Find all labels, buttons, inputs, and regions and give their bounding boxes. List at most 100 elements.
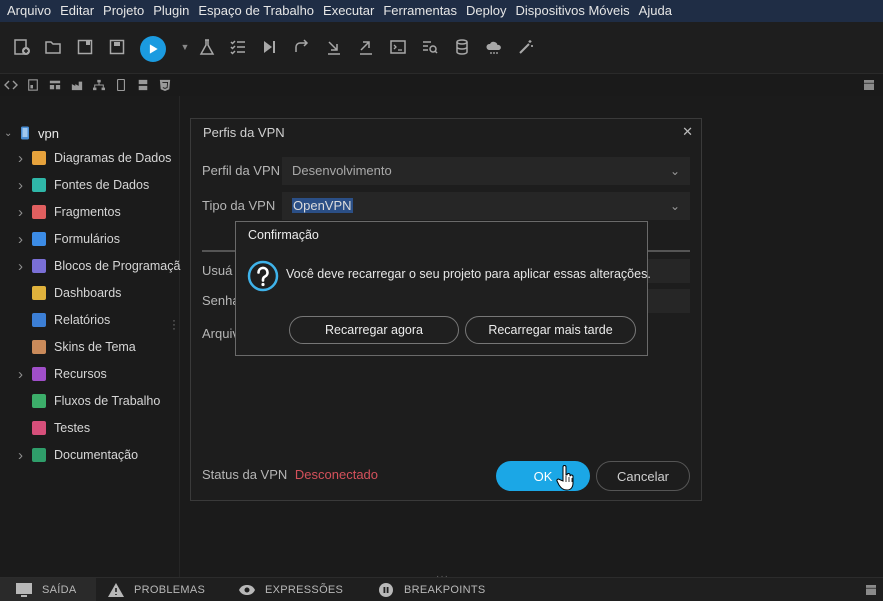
tab-problemas[interactable]: PROBLEMAS — [108, 578, 205, 601]
server-icon[interactable] — [136, 78, 150, 92]
chevron-right-icon[interactable]: › — [18, 177, 32, 194]
item-type-icon — [32, 259, 46, 273]
save-all-icon[interactable] — [106, 36, 128, 58]
type-select[interactable]: OpenVPN ⌄ — [282, 192, 690, 220]
vpn-status: Status da VPN Desconectado — [202, 467, 378, 482]
password-label: Senha — [202, 293, 240, 308]
chevron-right-icon[interactable]: › — [18, 258, 32, 275]
chevron-right-icon[interactable]: › — [18, 150, 32, 167]
sidebar-item[interactable]: Relatórios — [18, 311, 110, 329]
chevron-right-icon[interactable]: › — [18, 447, 32, 464]
sidebar-item-label: Fluxos de Trabalho — [54, 394, 161, 408]
new-project-icon[interactable] — [11, 36, 33, 58]
file-label: Arquiv — [202, 326, 239, 341]
monitor-icon — [16, 583, 32, 597]
sidebar-item[interactable]: › Formulários — [18, 230, 120, 248]
menu-dispositivos-moveis[interactable]: Dispositivos Móveis — [513, 0, 633, 22]
sidebar-item[interactable]: › Blocos de Programaçã — [18, 257, 180, 275]
item-type-icon — [32, 232, 46, 246]
mobile-icon[interactable] — [114, 78, 128, 92]
page-icon[interactable] — [26, 78, 40, 92]
sidebar-item[interactable]: › Fragmentos — [18, 203, 121, 221]
open-folder-icon[interactable] — [42, 36, 64, 58]
checklist-icon[interactable] — [227, 36, 249, 58]
secondary-toolbar — [0, 74, 883, 96]
run-dropdown-icon[interactable]: ▼ — [174, 36, 196, 58]
sidebar-item-label: Relatórios — [54, 313, 111, 327]
menu-arquivo[interactable]: Arquivo — [4, 0, 54, 22]
step-out-icon[interactable] — [355, 36, 377, 58]
menu-executar[interactable]: Executar — [320, 0, 377, 22]
menu-editar[interactable]: Editar — [57, 0, 97, 22]
confirmation-title: Confirmação — [248, 228, 319, 242]
sidebar-item[interactable]: › Recursos — [18, 365, 107, 383]
tab-breakpoints-label: BREAKPOINTS — [404, 584, 486, 596]
main-toolbar: ▼ — [0, 22, 883, 74]
profile-value: Desenvolvimento — [292, 163, 392, 178]
menu-espaco-de-trabalho[interactable]: Espaço de Trabalho — [195, 0, 317, 22]
menu-ajuda[interactable]: Ajuda — [636, 0, 675, 22]
database-icon[interactable] — [451, 36, 473, 58]
item-type-icon — [32, 286, 46, 300]
tab-expressoes[interactable]: EXPRESSÕES — [239, 578, 343, 601]
sidebar-item[interactable]: Fluxos de Trabalho — [18, 392, 160, 410]
menu-projeto[interactable]: Projeto — [100, 0, 147, 22]
step-over-icon[interactable] — [291, 36, 313, 58]
eye-icon — [239, 583, 255, 597]
menubar: Arquivo Editar Projeto Plugin Espaço de … — [0, 0, 883, 22]
sidebar-item-label: Testes — [54, 421, 91, 435]
chevron-right-icon[interactable]: › — [18, 366, 32, 383]
item-type-icon — [32, 205, 46, 219]
status-value: Desconectado — [294, 467, 379, 482]
sidebar-item[interactable]: Dashboards — [18, 284, 121, 302]
sidebar-item[interactable]: › Diagramas de Dados — [18, 149, 171, 167]
code-icon[interactable] — [4, 78, 18, 92]
sidebar-item-label: Documentação — [54, 448, 139, 462]
profile-select[interactable]: Desenvolvimento ⌄ — [282, 157, 690, 185]
sidebar-item[interactable]: › Fontes de Dados — [18, 176, 149, 194]
magic-wand-icon[interactable] — [515, 36, 537, 58]
menu-deploy[interactable]: Deploy — [463, 0, 509, 22]
item-type-icon — [32, 178, 46, 192]
item-type-icon — [32, 151, 46, 165]
step-icon[interactable] — [259, 36, 281, 58]
sidebar-item[interactable]: › Documentação — [18, 446, 138, 464]
step-into-icon[interactable] — [323, 36, 345, 58]
panel-menu-icon[interactable] — [866, 578, 876, 601]
close-icon[interactable]: ✕ — [682, 124, 693, 140]
dialog-title: Perfis da VPN — [203, 125, 285, 140]
save-icon[interactable] — [74, 36, 96, 58]
sidebar-item-label: Recursos — [54, 367, 107, 381]
cancel-button[interactable]: Cancelar — [596, 461, 690, 491]
flask-icon[interactable] — [196, 36, 218, 58]
confirmation-dialog: Confirmação Você deve recarregar o seu p… — [235, 221, 651, 356]
tab-saida[interactable]: SAÍDA — [0, 578, 96, 601]
html5-icon[interactable] — [158, 78, 172, 92]
reload-now-button[interactable]: Recarregar agora — [289, 316, 459, 344]
sidebar-item-label: Diagramas de Dados — [54, 151, 172, 165]
panel-grip-icon[interactable]: ··· — [436, 571, 449, 582]
layout-icon[interactable] — [48, 78, 62, 92]
factory-icon[interactable] — [70, 78, 84, 92]
reload-later-button[interactable]: Recarregar mais tarde — [465, 316, 636, 344]
question-icon — [247, 260, 279, 292]
sidebar-item[interactable]: Skins de Tema — [18, 338, 136, 356]
menu-plugin[interactable]: Plugin — [150, 0, 192, 22]
search-list-icon[interactable] — [419, 36, 441, 58]
sidebar-item[interactable]: Testes — [18, 419, 90, 437]
chevron-right-icon[interactable]: › — [18, 204, 32, 221]
expand-caret-icon[interactable]: ⌄ — [4, 128, 18, 139]
sidebar-item-label: Fontes de Dados — [54, 178, 150, 192]
project-root[interactable]: ⌄ vpn — [4, 124, 59, 142]
chevron-right-icon[interactable]: › — [18, 231, 32, 248]
chevron-down-icon: ⌄ — [669, 199, 680, 213]
terminal-icon[interactable] — [387, 36, 409, 58]
cloud-icon[interactable] — [483, 36, 505, 58]
tab-breakpoints[interactable]: BREAKPOINTS — [378, 578, 486, 601]
run-button[interactable] — [140, 36, 166, 62]
sitemap-icon[interactable] — [92, 78, 106, 92]
project-name: vpn — [38, 125, 59, 141]
menu-ferramentas[interactable]: Ferramentas — [380, 0, 460, 22]
resize-handle-icon[interactable]: · · · — [172, 314, 176, 334]
panel-toggle-icon[interactable] — [862, 78, 876, 92]
